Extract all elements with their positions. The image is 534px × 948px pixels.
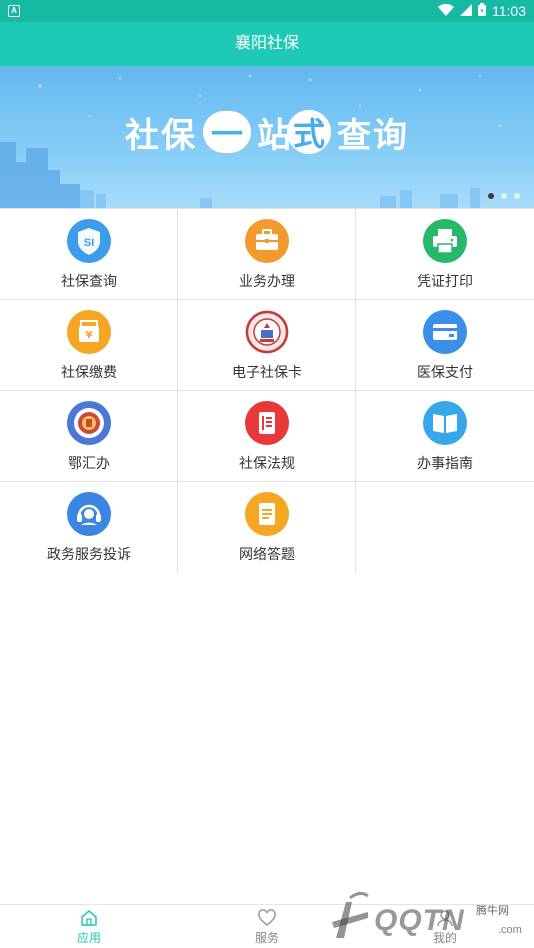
banner-circle-badge: 式 <box>287 110 331 154</box>
notification-icon: A <box>8 5 20 17</box>
card-icon <box>423 310 467 354</box>
watermark-site-name: 腾牛网 <box>476 905 509 917</box>
watermark-domain: .com <box>498 924 522 936</box>
document-icon <box>245 401 289 445</box>
grid-item-social-security-regulations[interactable]: 社保法规 <box>178 391 356 482</box>
banner-text-part: 查询 <box>337 116 409 155</box>
grid-item-business-handling[interactable]: 业务办理 <box>178 209 356 300</box>
page-title: 襄阳社保 <box>0 22 534 66</box>
grid-item-e-social-security-card[interactable]: 电子社保卡 <box>178 300 356 391</box>
grid-item-social-security-payment[interactable]: ¥ 社保缴费 <box>0 300 178 391</box>
grid-item-label: 业务办理 <box>239 273 295 289</box>
home-icon <box>79 908 99 928</box>
grid-item-medical-insurance-payment[interactable]: 医保支付 <box>356 300 534 391</box>
banner-text-part: 一 <box>210 116 243 152</box>
signal-icon <box>460 3 472 19</box>
clock: 11:03 <box>492 3 526 19</box>
svg-text:SI: SI <box>84 237 94 249</box>
grid-item-label: 办事指南 <box>417 455 473 471</box>
carousel-indicator <box>488 193 520 199</box>
watermark: QQTN 腾牛网 .com <box>330 888 534 948</box>
grid-item-label: 医保支付 <box>417 364 473 380</box>
grid-item-label: 鄂汇办 <box>68 455 110 471</box>
payment-box-icon: ¥ <box>67 310 111 354</box>
notepad-icon <box>245 492 289 536</box>
grid-item-label: 社保查询 <box>61 273 117 289</box>
grid-item-label: 网络答题 <box>239 546 295 562</box>
si-shield-icon: SI <box>67 219 111 263</box>
battery-icon <box>478 3 486 19</box>
grid-item-label: 电子社保卡 <box>232 364 302 380</box>
grid-item-voucher-print[interactable]: 凭证打印 <box>356 209 534 300</box>
printer-icon <box>423 219 467 263</box>
banner-text-part: 式 <box>292 116 325 152</box>
status-bar: A 11:03 <box>0 0 534 22</box>
status-icons: 11:03 <box>438 3 526 19</box>
grid-item-service-guide[interactable]: 办事指南 <box>356 391 534 482</box>
heart-icon <box>257 908 277 928</box>
book-icon <box>423 401 467 445</box>
banner-carousel[interactable]: 社保 一 站 式 查询 <box>0 66 534 208</box>
grid-item-social-security-query[interactable]: SI 社保查询 <box>0 209 178 300</box>
grid-item-label: 政务服务投诉 <box>47 546 131 562</box>
banner-headline: 社保 一 站 式 查询 <box>0 110 534 155</box>
carousel-dot[interactable] <box>488 193 494 199</box>
ehuiban-emblem-icon <box>67 401 111 445</box>
function-grid: SI 社保查询 业务办理 凭证打印 ¥ 社保缴费 电子社保卡 医保支付 鄂汇办 … <box>0 208 534 573</box>
briefcase-icon <box>245 219 289 263</box>
banner-text-part: 社保 <box>124 116 197 155</box>
svg-text:¥: ¥ <box>86 330 93 341</box>
watermark-logo-text: QQTN <box>374 904 465 937</box>
headset-icon <box>67 492 111 536</box>
wifi-icon <box>438 3 454 19</box>
carousel-dot[interactable] <box>501 193 507 199</box>
watermark-logo-icon <box>332 891 369 938</box>
grid-item-online-quiz[interactable]: 网络答题 <box>178 482 356 573</box>
grid-item-label: 社保法规 <box>239 455 295 471</box>
grid-item-label: 社保缴费 <box>61 364 117 380</box>
tab-label: 应用 <box>76 931 101 945</box>
social-security-seal-icon <box>245 310 289 354</box>
grid-item-ehuiban[interactable]: 鄂汇办 <box>0 391 178 482</box>
carousel-dot[interactable] <box>514 193 520 199</box>
grid-item-government-service-complaint[interactable]: 政务服务投诉 <box>0 482 178 573</box>
tab-apps[interactable]: 应用 <box>0 905 178 948</box>
banner-oval-badge: 一 <box>202 111 251 153</box>
grid-item-label: 凭证打印 <box>417 273 473 289</box>
